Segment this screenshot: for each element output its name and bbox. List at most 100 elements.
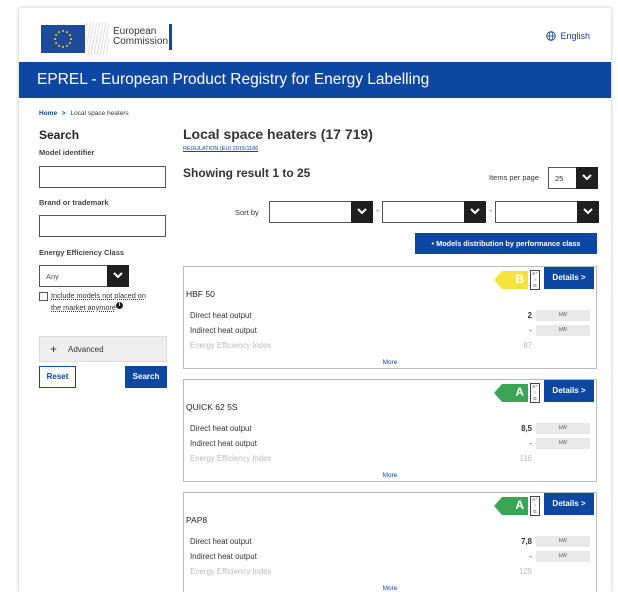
spec-row: Energy Efficiency Index 125 xyxy=(190,566,590,580)
scale-bottom: G xyxy=(533,283,537,288)
page-title: Local space heaters (17 719) xyxy=(183,126,373,142)
spec-value: - xyxy=(529,326,532,335)
more-link[interactable]: More xyxy=(184,359,596,366)
chevron-down-icon[interactable] xyxy=(577,201,599,223)
more-link[interactable]: More xyxy=(184,472,596,479)
product-card: A A⁺ ↑ G Details > QUICK 62 5S Direct heat… xyxy=(183,379,597,482)
product-card: A A⁺ ↑ G Details > PAP8 Direct heat output… xyxy=(183,492,597,592)
site-banner: EPREL - European Product Registry for En… xyxy=(19,62,611,98)
spec-row: Direct heat output 2 kW xyxy=(190,310,590,324)
sort-select-2[interactable] xyxy=(382,201,486,223)
product-name[interactable]: HBF 50 xyxy=(186,289,215,299)
advanced-label: Advanced xyxy=(68,345,104,354)
chevron-down-icon[interactable] xyxy=(576,167,598,189)
eprel-page: European Commission English EPREL - Euro… xyxy=(19,8,611,592)
product-name[interactable]: PAP8 xyxy=(186,515,207,525)
spec-value: - xyxy=(529,552,532,561)
spec-label: Indirect heat output xyxy=(190,326,257,335)
spec-unit: kW xyxy=(536,438,590,449)
scale-bottom: G xyxy=(533,396,537,401)
spec-unit: kW xyxy=(536,536,590,547)
energy-scale-icon: A⁺ ↑ G xyxy=(530,383,540,403)
scale-bottom: G xyxy=(533,509,537,514)
model-identifier-label: Model identifier xyxy=(39,148,95,157)
energy-class-letter: A xyxy=(515,385,524,399)
spec-label: Direct heat output xyxy=(190,311,252,320)
spec-label: Indirect heat output xyxy=(190,439,257,448)
spec-value: 8,5 xyxy=(521,424,532,433)
more-link[interactable]: More xyxy=(184,585,596,592)
details-button[interactable]: Details > xyxy=(544,267,594,289)
spec-row: Indirect heat output - kW xyxy=(190,551,590,565)
banner-title[interactable]: EPREL - European Product Registry for En… xyxy=(37,71,429,89)
org-line-2: Commission xyxy=(113,36,169,47)
sort-plus: + xyxy=(489,209,493,215)
energy-scale-icon: A⁺ ↑ G xyxy=(530,270,540,290)
product-name[interactable]: QUICK 62 5S xyxy=(186,402,238,412)
details-button[interactable]: Details > xyxy=(544,493,594,515)
brand-input[interactable] xyxy=(39,215,166,237)
spec-label: Indirect heat output xyxy=(190,552,257,561)
commission-logo-lines xyxy=(87,23,109,55)
model-identifier-input[interactable] xyxy=(39,166,166,188)
result-count: Showing result 1 to 25 xyxy=(183,166,311,180)
regulation-link[interactable]: REGULATION (EU) 2015/1186 xyxy=(183,146,258,152)
include-inactive-checkbox[interactable] xyxy=(39,292,48,301)
spec-label: Energy Efficiency Index xyxy=(190,454,272,463)
chevron-down-icon[interactable] xyxy=(464,201,486,223)
site-header: European Commission English xyxy=(19,8,611,62)
energy-class-badge: A xyxy=(494,497,528,515)
energy-scale-icon: A⁺ ↑ G xyxy=(530,496,540,516)
breadcrumb-current: Local space heaters xyxy=(70,110,129,117)
energy-class-letter: B xyxy=(515,272,524,286)
plus-icon: + xyxy=(50,342,58,356)
spec-value: 2 xyxy=(527,311,532,320)
breadcrumb: Home > Local space heaters xyxy=(39,110,129,117)
reset-button[interactable]: Reset xyxy=(39,366,76,388)
sort-select-1[interactable] xyxy=(269,201,373,223)
spec-row: Indirect heat output - kW xyxy=(190,325,590,339)
spec-unit: kW xyxy=(536,423,590,434)
breadcrumb-separator: > xyxy=(61,110,66,117)
breadcrumb-home[interactable]: Home xyxy=(39,110,57,117)
sort-by-label: Sort by xyxy=(235,208,259,217)
spec-value: 7,8 xyxy=(521,537,532,546)
spec-row: Energy Efficiency Index 87 xyxy=(190,340,590,354)
search-title: Search xyxy=(39,128,80,142)
eu-flag-icon[interactable] xyxy=(41,25,85,53)
language-selector[interactable]: English xyxy=(546,31,590,41)
product-card: B A⁺ ↑ G Details > HBF 50 Direct heat outp… xyxy=(183,266,597,369)
language-label: English xyxy=(560,31,590,41)
energy-class-badge: A xyxy=(494,384,528,402)
spec-value: 87 xyxy=(523,341,532,350)
include-inactive-label[interactable]: Include models not placed on the market … xyxy=(51,290,169,314)
spec-row: Indirect heat output - kW xyxy=(190,438,590,452)
items-per-page-label: Items per page xyxy=(489,173,540,182)
spec-value: - xyxy=(529,439,532,448)
spec-unit: kW xyxy=(536,310,590,321)
chevron-down-icon[interactable] xyxy=(107,265,129,287)
energy-class-badge: B xyxy=(494,271,528,289)
energy-class-letter: A xyxy=(515,498,524,512)
brand-label: Brand or trademark xyxy=(39,198,109,207)
items-per-page-value: 25 xyxy=(555,174,564,183)
include-label-line2: the market anymore xyxy=(51,303,116,312)
spec-unit: kW xyxy=(536,325,590,336)
distribution-button[interactable]: • Models distribution by performance cla… xyxy=(415,233,597,254)
spec-label: Energy Efficiency Index xyxy=(190,567,272,576)
search-button[interactable]: Search xyxy=(125,366,167,388)
info-icon[interactable]: i xyxy=(115,302,123,309)
advanced-toggle[interactable]: + Advanced xyxy=(39,336,167,362)
logo-divider xyxy=(169,24,172,50)
energy-class-select[interactable]: Any xyxy=(39,265,129,287)
sort-select-3[interactable] xyxy=(495,201,599,223)
commission-logo-text[interactable]: European Commission xyxy=(113,27,168,47)
items-per-page-select[interactable]: 25 xyxy=(548,167,598,189)
spec-label: Energy Efficiency Index xyxy=(190,341,272,350)
results-panel: Local space heaters (17 719) REGULATION … xyxy=(183,126,599,592)
chevron-down-icon[interactable] xyxy=(351,201,373,223)
spec-label: Direct heat output xyxy=(190,424,252,433)
globe-icon xyxy=(546,31,557,41)
spec-row: Direct heat output 8,5 kW xyxy=(190,423,590,437)
details-button[interactable]: Details > xyxy=(544,380,594,402)
